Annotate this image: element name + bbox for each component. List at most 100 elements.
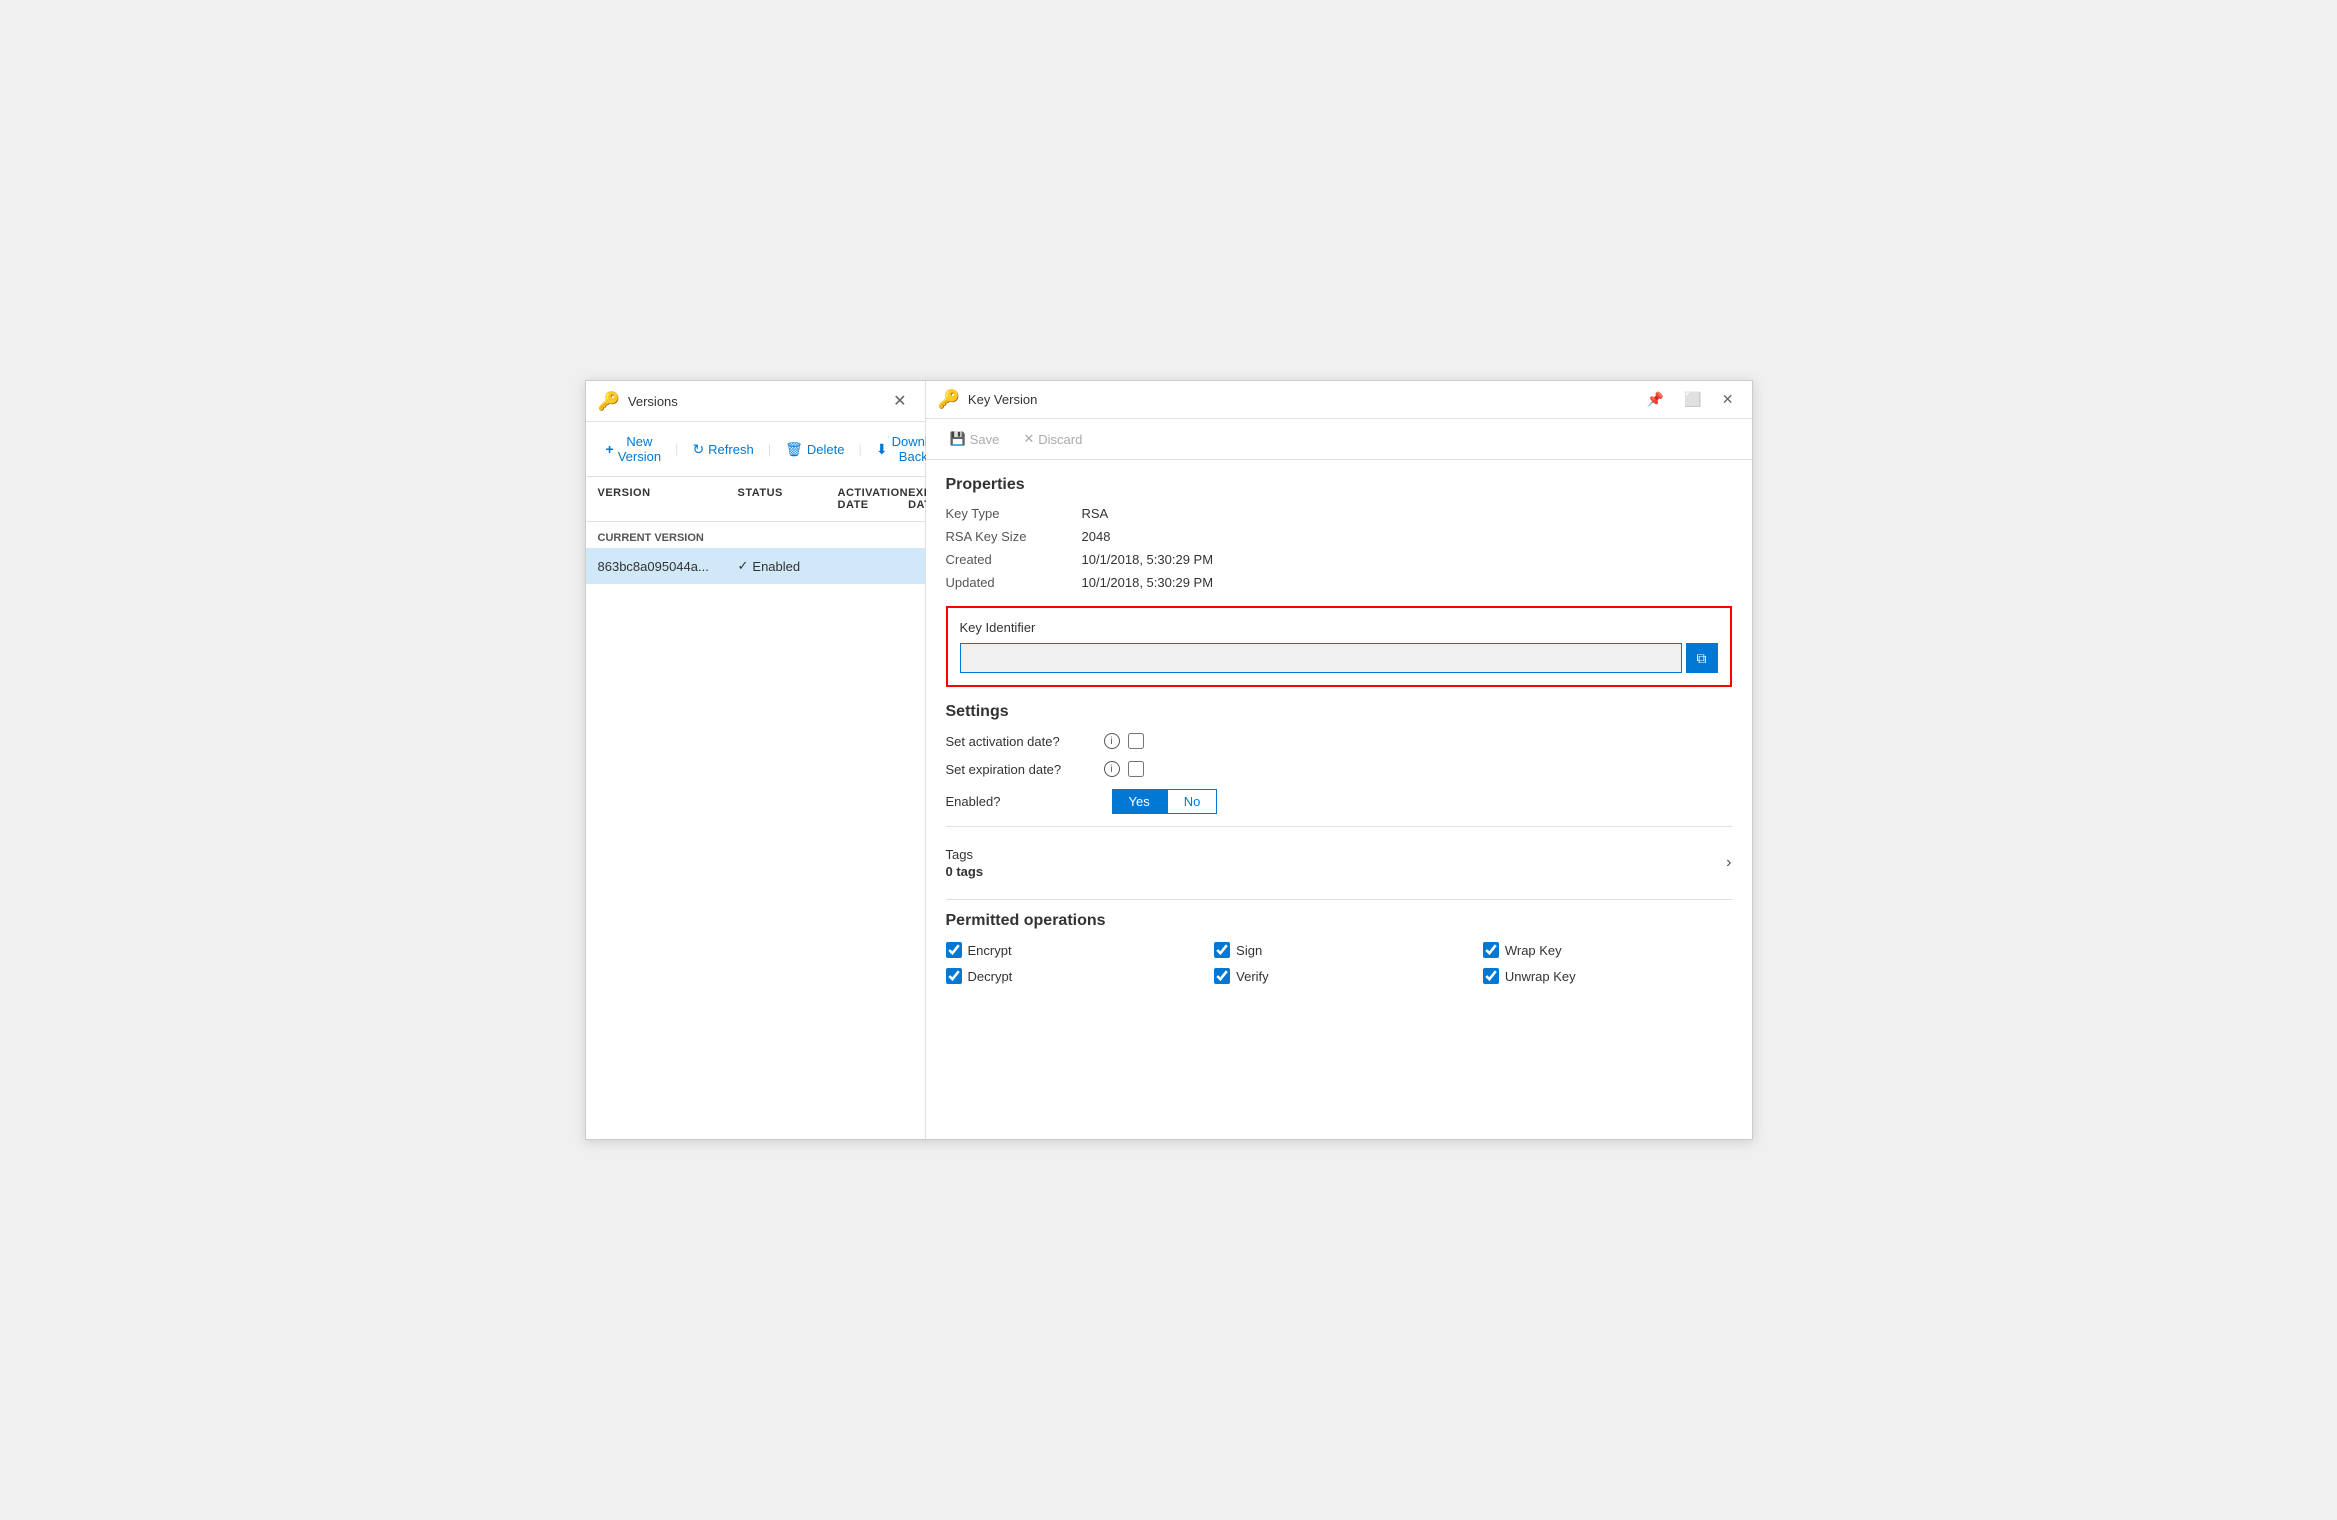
refresh-icon: ↻ — [692, 441, 704, 458]
right-panel: 🔑 Key Version 📌 ⬜ ✕ 💾 Save ✕ Discard P — [926, 381, 1752, 1139]
right-panel-title: Key Version — [968, 392, 1037, 407]
right-close-button[interactable]: ✕ — [1716, 389, 1740, 410]
plus-icon: + — [606, 441, 614, 457]
key-identifier-section: Key Identifier ⧉ — [946, 606, 1732, 687]
rsa-key-size-row: RSA Key Size 2048 — [946, 529, 1732, 544]
created-value: 10/1/2018, 5:30:29 PM — [1082, 552, 1214, 567]
copy-icon: ⧉ — [1697, 650, 1707, 667]
settings-heading: Settings — [946, 703, 1732, 721]
toolbar-sep-1: | — [675, 442, 678, 457]
tags-count: 0 tags — [946, 864, 984, 879]
verify-checkbox[interactable] — [1214, 968, 1230, 984]
op-decrypt: Decrypt — [946, 968, 1195, 984]
decrypt-checkbox[interactable] — [946, 968, 962, 984]
toolbar-sep-2: | — [768, 442, 771, 457]
op-verify: Verify — [1214, 968, 1463, 984]
col-version: VERSION — [598, 487, 738, 511]
op-wrap-key: Wrap Key — [1483, 942, 1732, 958]
save-label: Save — [970, 432, 1000, 447]
tags-left: Tags 0 tags — [946, 847, 984, 879]
toolbar-sep-3: | — [858, 442, 861, 457]
download-icon: ⬇ — [876, 441, 888, 458]
right-content: Properties Key Type RSA RSA Key Size 204… — [926, 460, 1752, 1139]
right-panel-header: 🔑 Key Version 📌 ⬜ ✕ — [926, 381, 1752, 419]
expiration-date-checkbox[interactable] — [1128, 761, 1144, 777]
discard-button[interactable]: ✕ Discard — [1015, 427, 1090, 451]
created-row: Created 10/1/2018, 5:30:29 PM — [946, 552, 1732, 567]
discard-label: Discard — [1038, 432, 1082, 447]
activation-info-icon: i — [1104, 733, 1120, 749]
op-sign: Sign — [1214, 942, 1463, 958]
maximize-button[interactable]: ⬜ — [1678, 389, 1707, 410]
enabled-label: Enabled? — [946, 794, 1096, 809]
expiration-info-icon: i — [1104, 761, 1120, 777]
unwrap-key-label: Unwrap Key — [1505, 969, 1576, 984]
new-version-button[interactable]: + New Version — [598, 430, 670, 468]
properties-heading: Properties — [946, 476, 1732, 494]
updated-row: Updated 10/1/2018, 5:30:29 PM — [946, 575, 1732, 590]
encrypt-checkbox[interactable] — [946, 942, 962, 958]
pin-button[interactable]: 📌 — [1641, 389, 1670, 410]
delete-label: Delete — [807, 442, 845, 457]
left-panel-header: 🔑 Versions ✕ — [586, 381, 925, 422]
table-header: VERSION STATUS ACTIVATION DATE EXPIRATIO… — [586, 477, 925, 522]
key-type-row: Key Type RSA — [946, 506, 1732, 521]
key-id-input[interactable] — [960, 643, 1682, 673]
ops-grid: Encrypt Sign Wrap Key Decrypt Verif — [946, 942, 1732, 984]
right-header-controls: 📌 ⬜ ✕ — [1641, 389, 1740, 410]
key-type-label: Key Type — [946, 506, 1066, 521]
rsa-key-size-value: 2048 — [1082, 529, 1111, 544]
sign-label: Sign — [1236, 943, 1262, 958]
op-encrypt: Encrypt — [946, 942, 1195, 958]
updated-label: Updated — [946, 575, 1066, 590]
left-panel-title-row: 🔑 Versions — [598, 391, 678, 412]
enabled-yes-button[interactable]: Yes — [1112, 789, 1167, 814]
permitted-ops-heading: Permitted operations — [946, 912, 1732, 930]
left-close-button[interactable]: ✕ — [887, 389, 912, 413]
updated-value: 10/1/2018, 5:30:29 PM — [1082, 575, 1214, 590]
tags-title: Tags — [946, 847, 984, 862]
left-toolbar: + New Version | ↻ Refresh | 🗑 Delete | ⬇… — [586, 422, 925, 477]
activation-date-checkbox[interactable] — [1128, 733, 1144, 749]
decrypt-label: Decrypt — [968, 969, 1013, 984]
wrap-key-checkbox[interactable] — [1483, 942, 1499, 958]
key-type-value: RSA — [1082, 506, 1109, 521]
key-id-input-row: ⧉ — [960, 643, 1718, 673]
discard-icon: ✕ — [1023, 431, 1034, 447]
tags-chevron-icon: › — [1726, 854, 1731, 872]
rsa-key-size-label: RSA Key Size — [946, 529, 1066, 544]
activation-date-row: Set activation date? i — [946, 733, 1732, 749]
refresh-label: Refresh — [708, 442, 754, 457]
divider-1 — [946, 826, 1732, 827]
divider-2 — [946, 899, 1732, 900]
unwrap-key-checkbox[interactable] — [1483, 968, 1499, 984]
sign-checkbox[interactable] — [1214, 942, 1230, 958]
row-status: ✓ Enabled — [738, 558, 838, 574]
copy-button[interactable]: ⧉ — [1686, 643, 1718, 673]
refresh-button[interactable]: ↻ Refresh — [684, 437, 761, 462]
save-button[interactable]: 💾 Save — [942, 427, 1008, 451]
activation-date-label: Set activation date? — [946, 734, 1096, 749]
table-row[interactable]: 863bc8a095044a... ✓ Enabled — [586, 548, 925, 584]
right-key-icon: 🔑 — [938, 389, 960, 410]
left-panel: 🔑 Versions ✕ + New Version | ↻ Refresh |… — [586, 381, 926, 1139]
enabled-toggle-group: Yes No — [1112, 789, 1218, 814]
left-key-icon: 🔑 — [598, 391, 620, 412]
col-activation: ACTIVATION DATE — [838, 487, 909, 511]
key-id-label: Key Identifier — [960, 620, 1718, 635]
tags-row[interactable]: Tags 0 tags › — [946, 839, 1732, 887]
col-status: STATUS — [738, 487, 838, 511]
enabled-no-button[interactable]: No — [1167, 789, 1218, 814]
current-version-label: CURRENT VERSION — [586, 522, 925, 548]
expiration-date-row: Set expiration date? i — [946, 761, 1732, 777]
save-icon: 💾 — [950, 431, 966, 447]
row-key-id: 863bc8a095044a... — [598, 559, 738, 574]
created-label: Created — [946, 552, 1066, 567]
right-toolbar: 💾 Save ✕ Discard — [926, 419, 1752, 460]
verify-label: Verify — [1236, 969, 1269, 984]
left-panel-title: Versions — [628, 394, 678, 409]
row-status-label: Enabled — [752, 559, 800, 574]
delete-button[interactable]: 🗑 Delete — [777, 437, 852, 462]
wrap-key-label: Wrap Key — [1505, 943, 1562, 958]
encrypt-label: Encrypt — [968, 943, 1012, 958]
